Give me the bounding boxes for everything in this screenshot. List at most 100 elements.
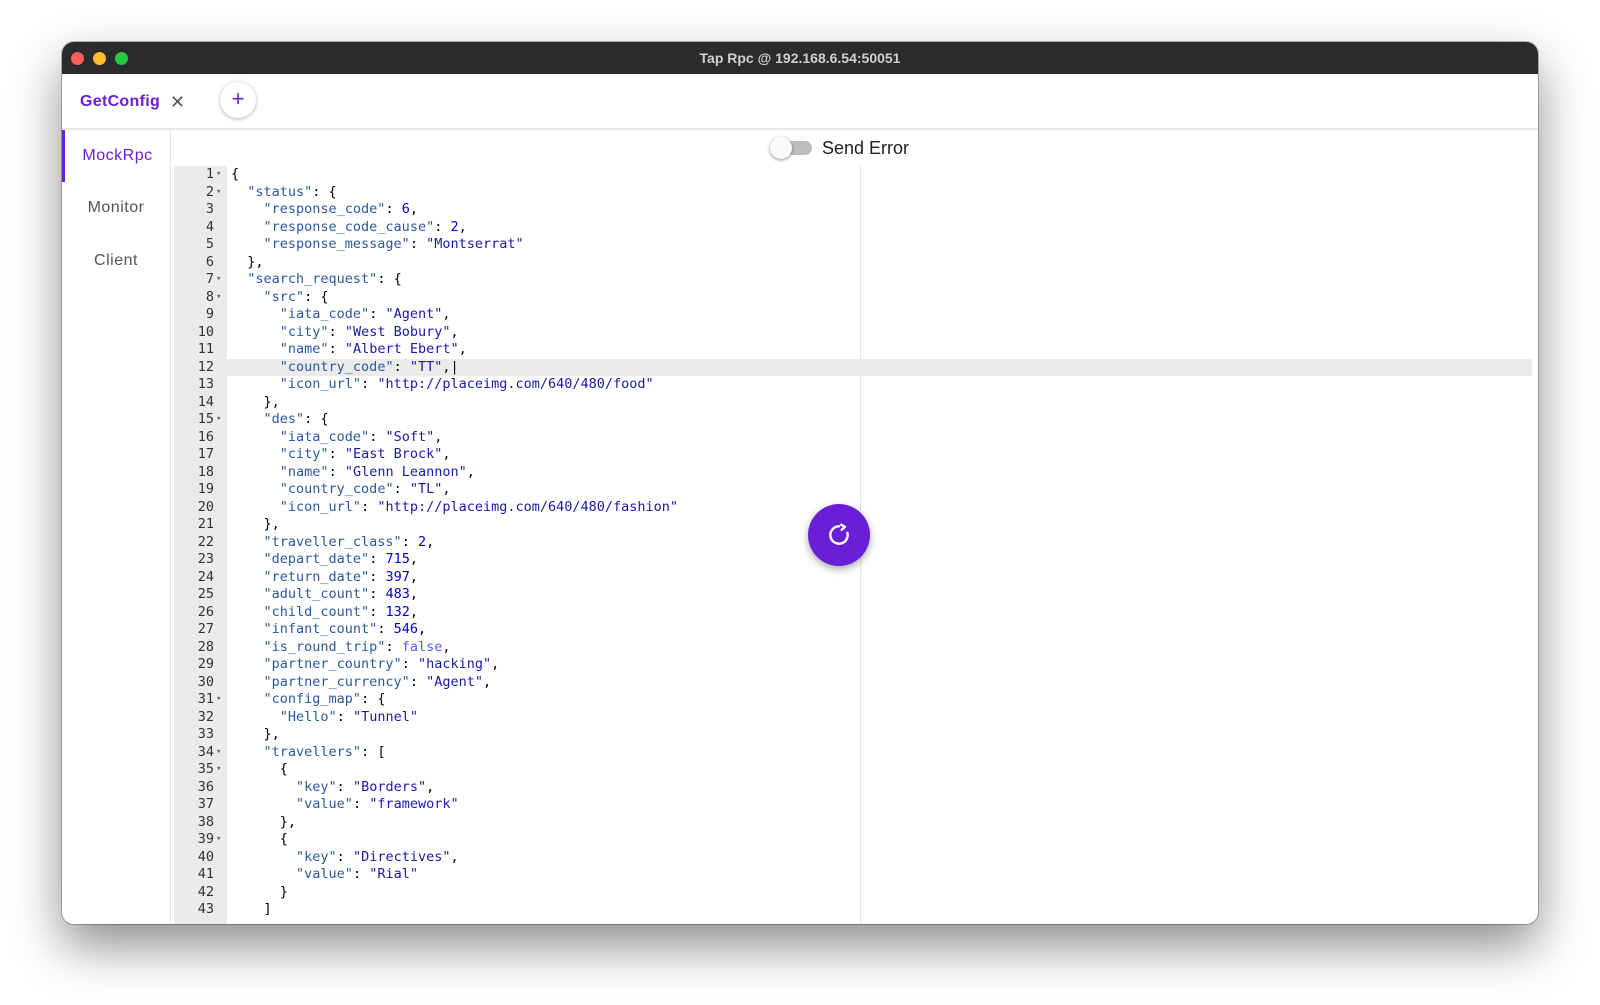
line-number: 19 <box>197 481 214 497</box>
line-number: 42 <box>197 883 214 900</box>
code-line[interactable]: 35 ▾ { <box>174 761 1532 779</box>
code-line[interactable]: 3 "response_code": 6, <box>174 201 1532 219</box>
code-text: ] <box>231 901 272 917</box>
code-line[interactable]: 9 "iata_code": "Agent", <box>174 306 1532 324</box>
code-line[interactable]: 38 }, <box>174 814 1532 832</box>
fold-toggle-icon[interactable]: ▾ <box>216 289 226 307</box>
code-line[interactable]: 13 "icon_url": "http://placeimg.com/640/… <box>174 376 1532 394</box>
code-line[interactable]: 36 "key": "Borders", <box>174 779 1532 797</box>
code-text: "is_round_trip": false, <box>263 638 451 655</box>
line-number: 29 <box>197 656 214 672</box>
line-number: 2 <box>205 183 214 200</box>
code-line[interactable]: 19 "country_code": "TL", <box>174 481 1532 499</box>
fold-toggle-icon[interactable]: ▾ <box>216 761 226 779</box>
line-number: 21 <box>197 516 214 532</box>
line-number: 22 <box>197 533 214 550</box>
line-number: 26 <box>197 603 214 620</box>
code-line[interactable]: 7 ▾ "search_request": { <box>174 271 1532 289</box>
line-number: 23 <box>197 551 214 567</box>
window-title: Tap Rpc @ 192.168.6.54:50051 <box>699 50 901 66</box>
code-text: "travellers": [ <box>263 743 386 760</box>
code-line[interactable]: 12 "country_code": "TT",| <box>174 358 1532 376</box>
code-line[interactable]: 5 "response_message": "Montserrat" <box>174 236 1532 254</box>
sidebar-item-mockrpc[interactable]: MockRpc <box>62 130 170 182</box>
code-line[interactable]: 16 "iata_code": "Soft", <box>174 429 1532 447</box>
sidebar-item-client[interactable]: Client <box>62 235 170 287</box>
code-line[interactable]: 8 ▾ "src": { <box>174 289 1532 307</box>
code-text: "search_request": { <box>247 271 402 287</box>
code-line[interactable]: 39 ▾ { <box>174 831 1532 849</box>
code-line[interactable]: 26 "child_count": 132, <box>174 604 1532 622</box>
fold-toggle-icon[interactable]: ▾ <box>216 411 226 429</box>
code-text: "key": "Borders", <box>296 778 435 795</box>
code-text: "city": "East Brock", <box>279 446 451 462</box>
line-number: 3 <box>205 201 214 217</box>
code-line[interactable]: 43 ] <box>174 901 1532 919</box>
code-line[interactable]: 11 "name": "Albert Ebert", <box>174 341 1532 359</box>
line-number: 13 <box>197 376 214 392</box>
code-line[interactable]: 31 ▾ "config_map": { <box>174 691 1532 709</box>
line-number: 36 <box>197 778 214 795</box>
code-line[interactable]: 2 ▾ "status": { <box>174 184 1532 202</box>
line-number: 32 <box>197 708 214 725</box>
code-line[interactable]: 37 "value": "framework" <box>174 796 1532 814</box>
fold-toggle-icon[interactable]: ▾ <box>216 831 226 849</box>
send-error-toggle[interactable] <box>770 137 816 159</box>
sidebar: MockRpc Monitor Client <box>62 130 171 924</box>
fold-toggle-icon[interactable]: ▾ <box>216 691 226 709</box>
sidebar-item-monitor[interactable]: Monitor <box>62 182 170 234</box>
code-line[interactable]: 14 }, <box>174 394 1532 412</box>
code-text: "icon_url": "http://placeimg.com/640/480… <box>279 498 679 515</box>
code-line[interactable]: 33 }, <box>174 726 1532 744</box>
code-text: "iata_code": "Soft", <box>279 428 443 445</box>
code-text: "child_count": 132, <box>263 603 418 620</box>
fold-toggle-icon[interactable]: ▾ <box>216 166 226 184</box>
code-text: }, <box>231 516 280 532</box>
code-line[interactable]: 10 "city": "West Bobury", <box>174 324 1532 342</box>
line-number: 28 <box>197 638 214 655</box>
code-text: "response_message": "Montserrat" <box>263 236 524 252</box>
code-line[interactable]: 18 "name": "Glenn Leannon", <box>174 464 1532 482</box>
fold-toggle-icon[interactable]: ▾ <box>216 271 226 289</box>
line-number: 27 <box>197 621 214 637</box>
line-number: 11 <box>197 341 214 357</box>
tab-bar: GetConfig ✕ + <box>62 74 1538 130</box>
line-number: 20 <box>197 498 214 515</box>
code-line[interactable]: 15 ▾ "des": { <box>174 411 1532 429</box>
code-text: "partner_country": "hacking", <box>263 656 500 672</box>
code-line[interactable]: 32 "Hello": "Tunnel" <box>174 709 1532 727</box>
code-line[interactable]: 41 "value": "Rial" <box>174 866 1532 884</box>
close-icon[interactable]: ✕ <box>170 93 185 111</box>
code-text: "adult_count": 483, <box>263 586 418 602</box>
toggle-knob[interactable] <box>770 137 792 159</box>
line-number: 4 <box>205 218 214 235</box>
code-text: "name": "Albert Ebert", <box>279 341 467 357</box>
refresh-button[interactable] <box>808 504 870 566</box>
code-line[interactable]: 29 "partner_country": "hacking", <box>174 656 1532 674</box>
code-line[interactable]: 27 "infant_count": 546, <box>174 621 1532 639</box>
fold-toggle-icon[interactable]: ▾ <box>216 184 226 202</box>
code-line[interactable]: 28 "is_round_trip": false, <box>174 639 1532 657</box>
code-line[interactable]: 42 } <box>174 884 1532 902</box>
fold-toggle-icon[interactable]: ▾ <box>216 744 226 762</box>
code-text: }, <box>231 813 297 830</box>
tab-getconfig[interactable]: GetConfig ✕ <box>80 89 185 115</box>
code-line[interactable]: 4 "response_code_cause": 2, <box>174 219 1532 237</box>
line-number: 9 <box>205 306 214 322</box>
line-number: 1 <box>205 166 214 182</box>
line-number: 7 <box>205 271 214 287</box>
code-line[interactable]: 40 "key": "Directives", <box>174 849 1532 867</box>
line-number: 41 <box>197 866 214 882</box>
code-line[interactable]: 34 ▾ "travellers": [ <box>174 744 1532 762</box>
code-line[interactable]: 17 "city": "East Brock", <box>174 446 1532 464</box>
line-number: 8 <box>205 288 214 305</box>
add-tab-button[interactable]: + <box>220 82 256 118</box>
tab-label[interactable]: GetConfig <box>80 93 160 111</box>
code-line[interactable]: 1 ▾ { <box>174 166 1532 184</box>
code-text: "country_code": "TT",| <box>279 358 459 375</box>
code-line[interactable]: 6 }, <box>174 254 1532 272</box>
code-line[interactable]: 24 "return_date": 397, <box>174 569 1532 587</box>
code-line[interactable]: 25 "adult_count": 483, <box>174 586 1532 604</box>
line-number: 38 <box>197 813 214 830</box>
code-line[interactable]: 30 "partner_currency": "Agent", <box>174 674 1532 692</box>
